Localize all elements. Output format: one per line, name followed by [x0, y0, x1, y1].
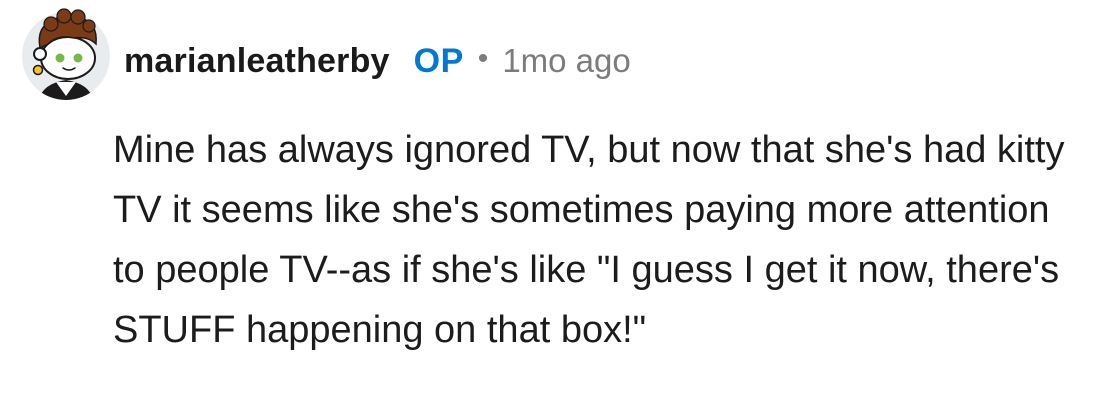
separator-dot: • — [477, 42, 489, 75]
comment-timestamp[interactable]: 1mo ago — [502, 42, 630, 80]
comment-body: Mine has always ignored TV, but now that… — [113, 129, 1065, 351]
snoo-avatar-icon — [22, 8, 110, 100]
op-badge: OP — [413, 41, 464, 80]
comment: marianleatherby OP • 1mo ago Mine has al… — [0, 0, 1103, 416]
comment-header: marianleatherby OP • 1mo ago — [124, 38, 631, 84]
username-link[interactable]: marianleatherby — [124, 42, 390, 81]
user-avatar[interactable] — [18, 4, 114, 104]
